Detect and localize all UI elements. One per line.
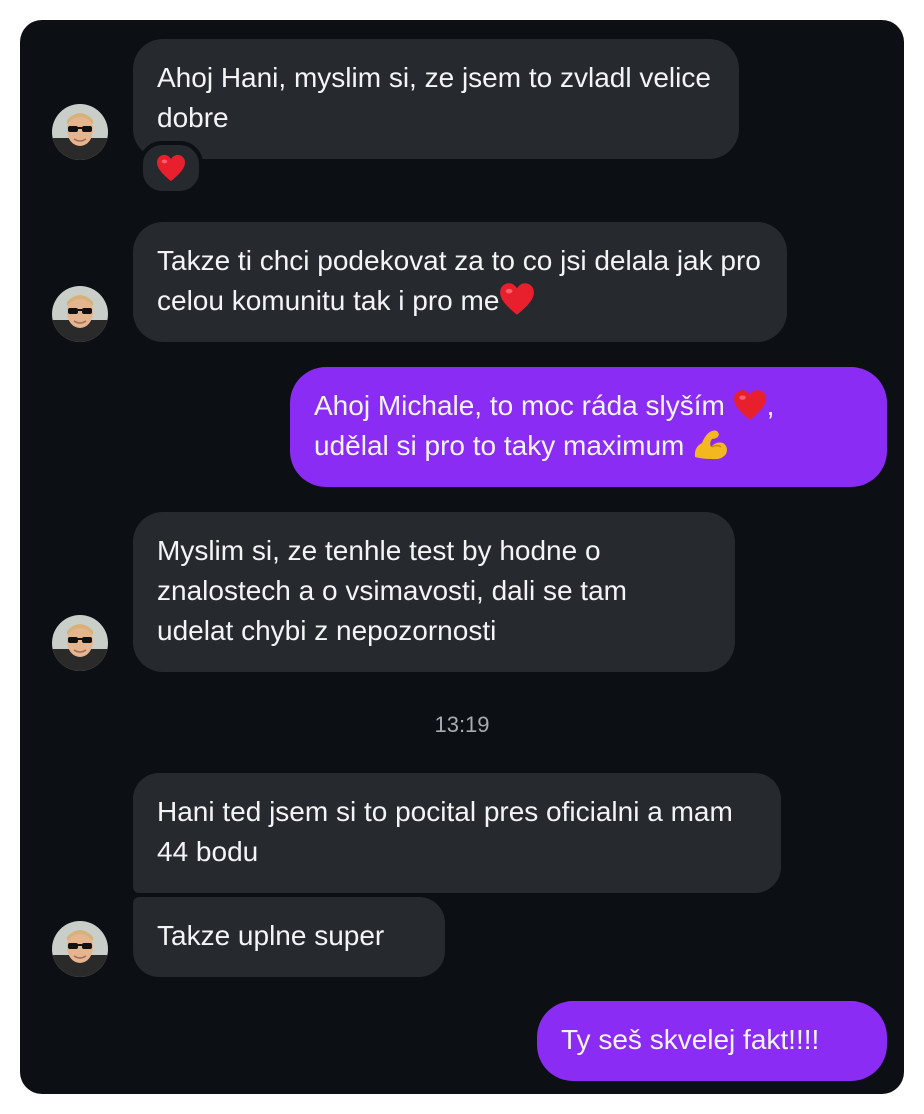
heart-icon <box>499 282 535 316</box>
heart-icon <box>156 154 186 182</box>
avatar-photo <box>52 921 108 977</box>
avatar[interactable] <box>52 104 108 160</box>
avatar-photo <box>52 286 108 342</box>
avatar[interactable] <box>52 921 108 977</box>
flexed-biceps-icon <box>695 430 728 460</box>
outgoing-message[interactable]: Ahoj Michale, to moc ráda slyším , uděla… <box>290 367 887 487</box>
outgoing-message[interactable]: Ty seš skvelej fakt!!!! <box>537 1001 887 1081</box>
avatar-photo <box>52 615 108 671</box>
chat-thread: Ahoj Hani, myslim si, ze jsem to zvladl … <box>20 20 904 1094</box>
incoming-message[interactable]: Hani ted jsem si to pocital pres oficial… <box>133 773 781 893</box>
incoming-message[interactable]: Takze ti chci podekovat za to co jsi del… <box>133 222 787 342</box>
message-text: Ahoj Michale, to moc ráda slyším <box>314 390 725 421</box>
message-text: Ty seš skvelej fakt!!!! <box>561 1024 820 1055</box>
avatar[interactable] <box>52 286 108 342</box>
avatar[interactable] <box>52 615 108 671</box>
timestamp: 13:19 <box>434 712 490 737</box>
message-reaction[interactable] <box>139 141 203 195</box>
message-text-end: , <box>766 390 775 421</box>
heart-icon <box>733 389 767 421</box>
message-text: udělal si pro to taky maximum <box>314 430 685 461</box>
incoming-message[interactable]: Takze uplne super <box>133 897 445 977</box>
message-text: Myslim si, ze tenhle test by hodne o zna… <box>157 535 627 646</box>
incoming-message[interactable]: Ahoj Hani, myslim si, ze jsem to zvladl … <box>133 39 739 159</box>
avatar-photo <box>52 104 108 160</box>
message-text: Hani ted jsem si to pocital pres oficial… <box>157 796 733 867</box>
message-text: Takze uplne super <box>157 920 385 951</box>
message-text: Ahoj Hani, myslim si, ze jsem to zvladl … <box>157 62 711 133</box>
incoming-message[interactable]: Myslim si, ze tenhle test by hodne o zna… <box>133 512 735 672</box>
message-text: Takze ti chci podekovat za to co jsi del… <box>157 245 761 316</box>
